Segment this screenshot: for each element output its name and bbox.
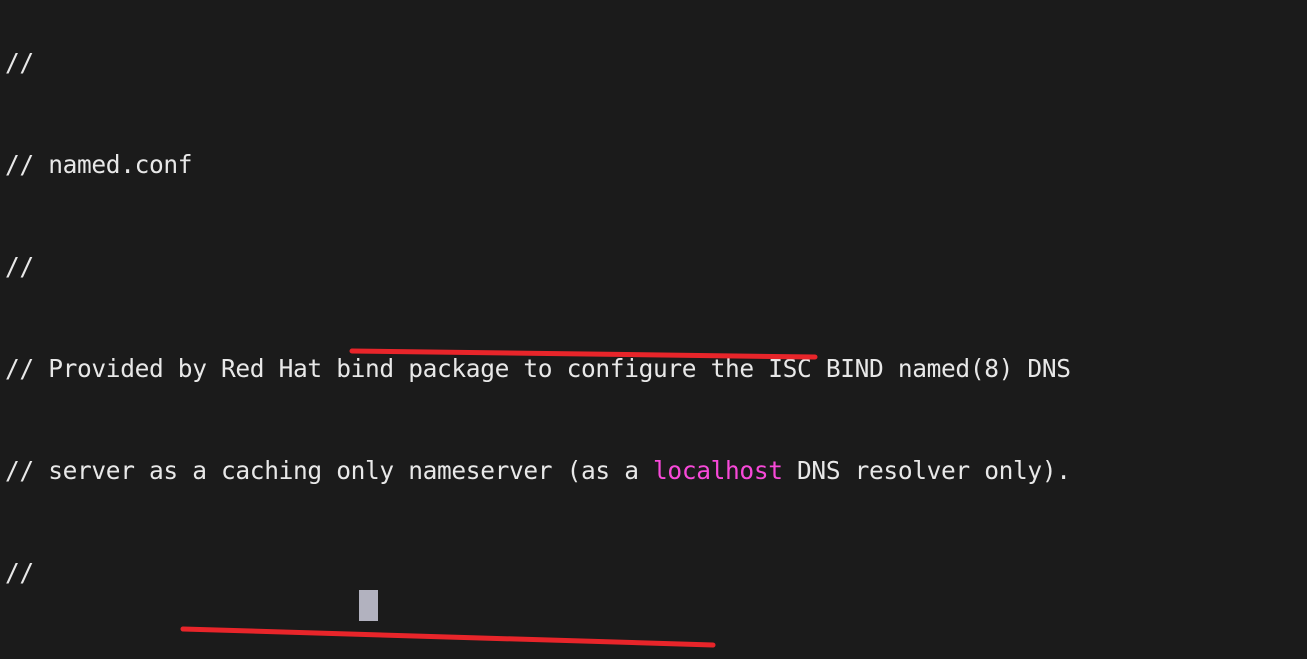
code-line-1: // — [5, 48, 34, 77]
code-line-5: // server as a caching only nameserver (… — [5, 454, 1071, 488]
code-line-5-suffix: DNS resolver only). — [782, 456, 1071, 485]
code-line-3: // — [5, 252, 34, 281]
code-content[interactable]: // // named.conf // // Provided by Red H… — [5, 0, 1071, 659]
text-editor-viewport: // // named.conf // // Provided by Red H… — [0, 0, 1307, 659]
code-line-4: // Provided by Red Hat bind package to c… — [5, 354, 1071, 383]
code-line-2: // named.conf — [5, 150, 193, 179]
code-line-6: // — [5, 558, 34, 587]
highlighted-keyword-localhost: localhost — [653, 456, 783, 485]
code-line-5-prefix: // server as a caching only nameserver (… — [5, 456, 654, 485]
text-cursor — [359, 590, 378, 621]
